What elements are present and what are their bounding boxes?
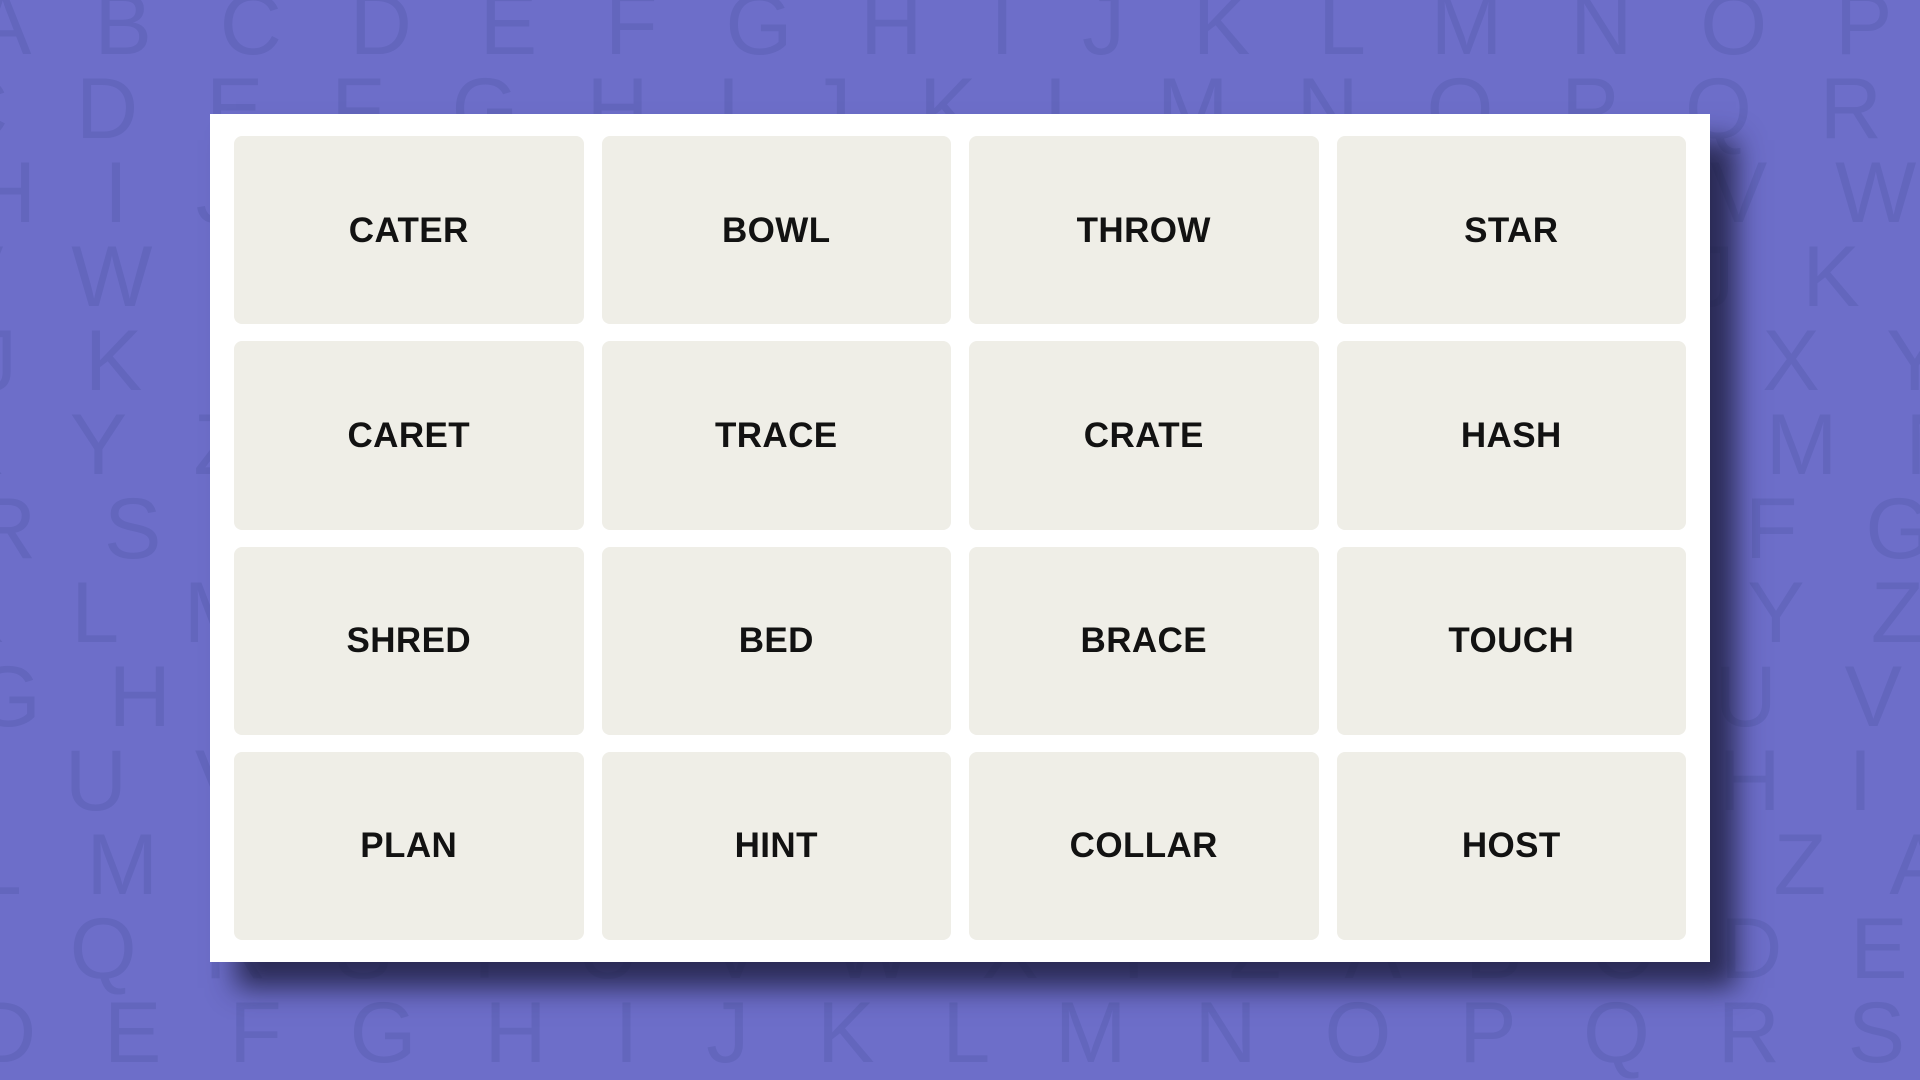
background-pattern-row: D E F G H I J K L M N O P Q R S T U V W … <box>0 985 1920 1080</box>
word-tile-label: BRACE <box>1080 621 1207 661</box>
word-tile-label: CATER <box>348 210 469 250</box>
word-tile-label: CRATE <box>1083 415 1204 455</box>
word-tile-shred[interactable]: SHRED <box>234 546 584 735</box>
word-tile-caret[interactable]: CARET <box>234 341 584 530</box>
word-tile-label: STAR <box>1464 210 1559 250</box>
word-tile-plan[interactable]: PLAN <box>234 751 584 940</box>
word-tile-collar[interactable]: COLLAR <box>969 751 1319 940</box>
word-tile-host[interactable]: HOST <box>1336 751 1686 940</box>
word-tile-throw[interactable]: THROW <box>969 136 1319 325</box>
word-tile-label: TOUCH <box>1448 621 1575 661</box>
word-tile-label: THROW <box>1076 210 1211 250</box>
word-tile-bed[interactable]: BED <box>601 546 951 735</box>
word-tile-brace[interactable]: BRACE <box>969 546 1319 735</box>
puzzle-board-card: CATER BOWL THROW STAR CARET TRACE CRATE HASH SHR… <box>210 114 1710 962</box>
word-tile-grid: CATER BOWL THROW STAR CARET TRACE CRATE HASH SHR… <box>234 136 1686 940</box>
word-tile-star[interactable]: STAR <box>1336 136 1686 325</box>
word-tile-label: PLAN <box>360 826 458 866</box>
background-pattern-row: W X Y Z A B C D E F G H I J K L M N O P … <box>0 1074 1920 1080</box>
word-tile-label: HASH <box>1460 415 1562 455</box>
word-tile-label: BOWL <box>721 210 831 250</box>
word-tile-bowl[interactable]: BOWL <box>601 136 951 325</box>
background-pattern-row: A B C D E F G H I J K L M N O P Q R S T … <box>0 0 1920 73</box>
word-tile-label: HINT <box>734 826 818 866</box>
word-tile-label: BED <box>738 621 814 661</box>
word-tile-hint[interactable]: HINT <box>601 751 951 940</box>
word-tile-label: CARET <box>347 415 471 455</box>
word-tile-touch[interactable]: TOUCH <box>1336 546 1686 735</box>
word-tile-label: COLLAR <box>1069 826 1218 866</box>
word-tile-label: HOST <box>1461 826 1561 866</box>
word-tile-hash[interactable]: HASH <box>1336 341 1686 530</box>
word-tile-crate[interactable]: CRATE <box>969 341 1319 530</box>
word-tile-trace[interactable]: TRACE <box>601 341 951 530</box>
word-tile-label: TRACE <box>714 415 838 455</box>
word-tile-cater[interactable]: CATER <box>234 136 584 325</box>
word-tile-label: SHRED <box>346 621 472 661</box>
